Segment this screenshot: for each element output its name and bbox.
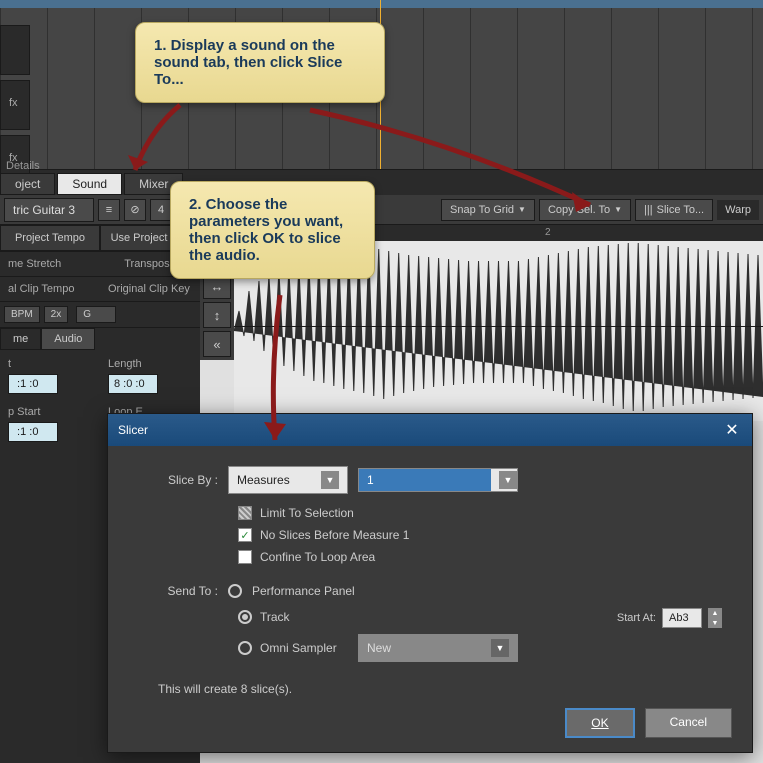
dialog-body: Slice By : Measures ▼ 1 ▼ Limit To Selec… [108, 446, 752, 716]
key-field[interactable]: G [76, 306, 116, 323]
warp-button[interactable]: Warp [717, 200, 759, 220]
tab-project[interactable]: oject [0, 173, 55, 195]
project-tempo-button[interactable]: Project Tempo [0, 225, 100, 251]
bpm-button[interactable]: BPM [4, 306, 40, 323]
slice-count-value: 1 [359, 469, 491, 491]
ok-button[interactable]: OK [565, 708, 634, 738]
track-header-2[interactable]: fx [0, 80, 30, 130]
slicer-dialog: Slicer ✕ Slice By : Measures ▼ 1 ▼ Limit… [107, 413, 753, 753]
prev-icon[interactable]: « [203, 331, 231, 357]
tab-sound[interactable]: Sound [57, 173, 122, 195]
slice-label: Slice To... [657, 204, 705, 216]
orig-clip-tempo-label: al Clip Tempo [0, 277, 100, 301]
chevron-down-icon: ▼ [614, 205, 622, 214]
sound-toolbar: tric Guitar 3 ≡ ⊘ 4 4 Snap To Grid ▼ Cop… [0, 195, 763, 225]
slice-count-field[interactable]: 1 ▼ [358, 468, 518, 492]
ruler-mark: 2 [545, 227, 551, 238]
v-arrows-icon[interactable]: ↕ [203, 302, 231, 328]
close-icon[interactable]: ✕ [722, 420, 742, 440]
tab-bar: oject Sound Mixer [0, 173, 763, 195]
omni-sampler-radio[interactable] [238, 641, 252, 655]
slice-info-text: This will create 8 slice(s). [158, 682, 722, 696]
chevron-down-icon: ▼ [518, 205, 526, 214]
start-at-label: Start At: [617, 612, 656, 624]
sound-name-field[interactable]: tric Guitar 3 [4, 198, 94, 222]
chevron-down-icon: ▼ [499, 471, 517, 489]
slice-to-button[interactable]: ||| Slice To... [635, 199, 713, 221]
confine-loop-label: Confine To Loop Area [260, 550, 375, 564]
confine-loop-checkbox[interactable] [238, 550, 252, 564]
slice-by-value: Measures [237, 473, 290, 487]
start-at-group: Start At: ▲ ▼ [617, 608, 722, 628]
limit-selection-label: Limit To Selection [260, 506, 354, 520]
chevron-down-icon: ▼ [321, 471, 339, 489]
timesig-num[interactable]: 4 [150, 199, 172, 221]
dialog-title-text: Slicer [118, 423, 148, 437]
no-slices-before-checkbox[interactable]: ✓ [238, 528, 252, 542]
2x-button[interactable]: 2x [44, 306, 69, 323]
snap-label: Snap To Grid [450, 204, 514, 216]
send-to-label: Send To : [138, 584, 218, 598]
slice-icon: ||| [644, 204, 653, 216]
dialog-titlebar[interactable]: Slicer ✕ [108, 414, 752, 446]
omni-target-value: New [367, 641, 391, 655]
tab-time[interactable]: me [0, 328, 41, 350]
tab-audio[interactable]: Audio [41, 328, 95, 350]
limit-selection-checkbox[interactable] [238, 506, 252, 520]
length-input[interactable] [108, 374, 158, 394]
track-header-1[interactable] [0, 25, 30, 75]
perf-panel-radio[interactable] [228, 584, 242, 598]
orig-clip-key-label: Original Clip Key [100, 277, 200, 301]
snap-to-grid-dropdown[interactable]: Snap To Grid ▼ [441, 199, 535, 221]
chevron-down-icon: ▼ [491, 639, 509, 657]
length-label: Length [108, 358, 192, 370]
stop-icon[interactable]: ⊘ [124, 199, 146, 221]
cancel-button[interactable]: Cancel [645, 708, 732, 738]
menu-icon[interactable]: ≡ [98, 199, 120, 221]
start-label: t [8, 358, 92, 370]
slice-by-label: Slice By : [138, 473, 218, 487]
loop-start-input[interactable] [8, 422, 58, 442]
copy-label: Copy Sel. To [548, 204, 610, 216]
perf-panel-label: Performance Panel [252, 584, 355, 598]
callout-2: 2. Choose the parameters you want, then … [170, 181, 375, 279]
fx-label: fx [9, 97, 18, 109]
start-at-input[interactable] [662, 608, 702, 628]
loop-start-label: p Start [8, 406, 92, 418]
no-slices-before-label: No Slices Before Measure 1 [260, 528, 409, 542]
track-radio[interactable] [238, 610, 252, 624]
spin-up-icon[interactable]: ▲ [708, 608, 722, 618]
timeline-ruler[interactable] [0, 0, 763, 8]
spin-down-icon[interactable]: ▼ [708, 618, 722, 628]
start-input[interactable] [8, 374, 58, 394]
omni-target-dropdown[interactable]: New ▼ [358, 634, 518, 662]
slice-by-dropdown[interactable]: Measures ▼ [228, 466, 348, 494]
copy-sel-to-dropdown[interactable]: Copy Sel. To ▼ [539, 199, 631, 221]
callout-1: 1. Display a sound on the sound tab, the… [135, 22, 385, 103]
track-label: Track [260, 610, 290, 624]
time-stretch-label: me Stretch [0, 252, 100, 276]
omni-sampler-label: Omni Sampler [260, 641, 350, 655]
